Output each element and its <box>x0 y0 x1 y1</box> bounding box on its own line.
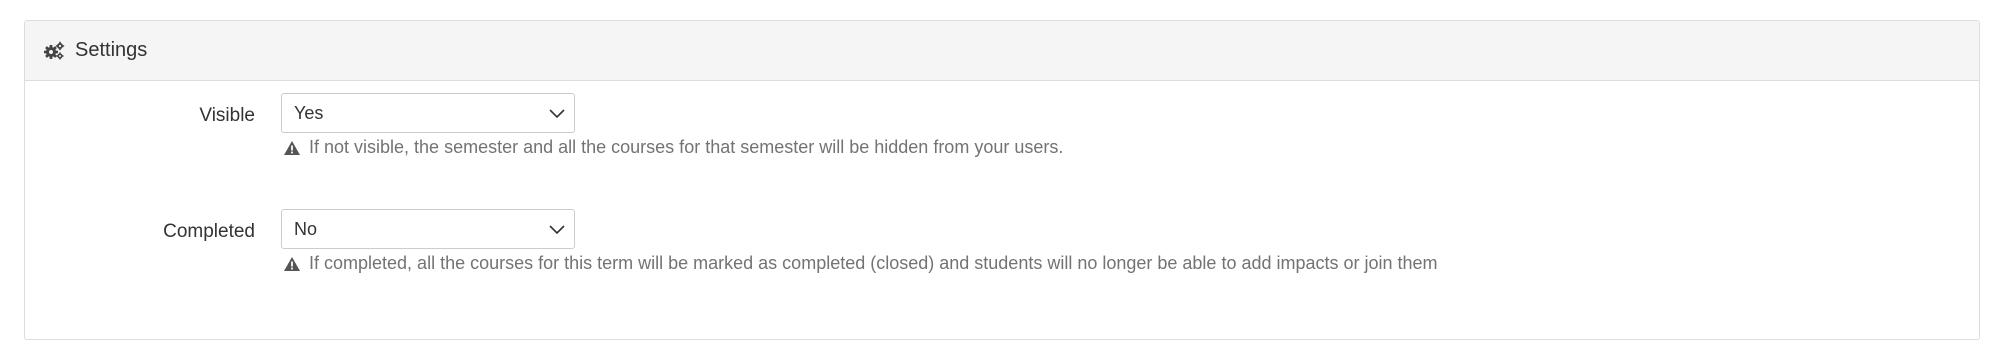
completed-help-text: If completed, all the courses for this t… <box>283 253 1438 274</box>
visible-help-text: If not visible, the semester and all the… <box>283 137 1063 158</box>
warning-icon <box>283 140 301 156</box>
completed-label: Completed <box>163 221 255 242</box>
panel-title: Settings <box>75 39 148 61</box>
visible-select[interactable]: Yes <box>281 93 575 133</box>
settings-panel: Settings Visible Yes If not visible, the… <box>24 20 1980 340</box>
visible-help-label: If not visible, the semester and all the… <box>309 137 1064 157</box>
chevron-down-icon <box>548 105 566 121</box>
visible-label: Visible <box>199 105 255 126</box>
completed-help-label: If completed, all the courses for this t… <box>309 253 1438 273</box>
visible-select-value: Yes <box>294 102 324 123</box>
panel-heading: Settings <box>25 21 1979 81</box>
warning-icon <box>283 256 301 272</box>
cogs-icon <box>43 41 65 61</box>
completed-select-value: No <box>294 218 318 239</box>
chevron-down-icon <box>548 221 566 237</box>
completed-select[interactable]: No <box>281 209 575 249</box>
